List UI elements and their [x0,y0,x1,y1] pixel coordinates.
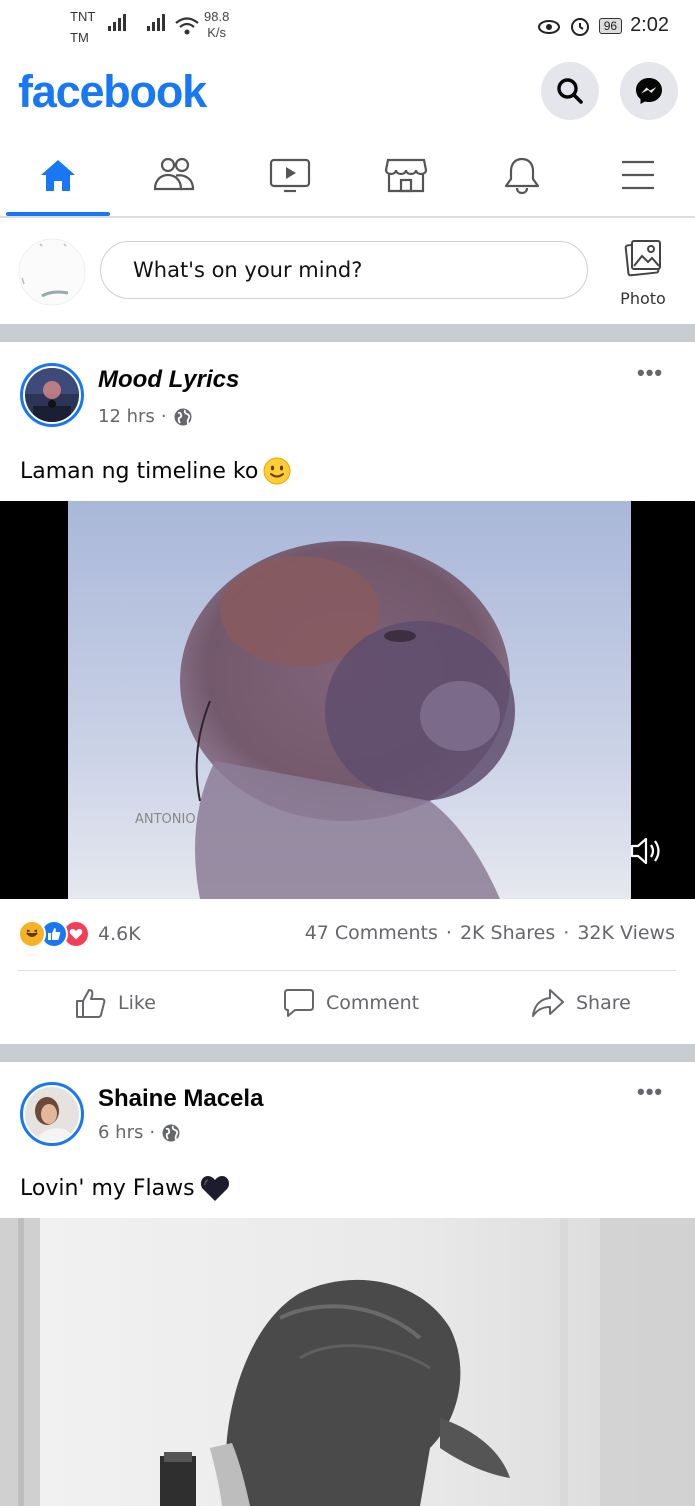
meta-separator: · [160,406,167,427]
signal-icon [108,14,126,31]
search-button[interactable] [541,62,599,120]
carrier-2: TM [70,30,89,45]
post-more-button[interactable]: ••• [637,362,663,384]
post-time: 12 hrs [98,406,155,427]
messenger-button[interactable] [620,62,678,120]
black-heart-icon [200,1176,229,1201]
post-video[interactable]: ANTONIO [0,501,695,899]
profile-avatar[interactable] [18,238,86,306]
comments-count[interactable]: 47 Comments [305,922,438,944]
tab-marketplace[interactable] [348,134,464,216]
photo-content [0,1218,695,1506]
like-label: Like [118,992,156,1014]
video-frame: ANTONIO [0,501,695,899]
reaction-summary[interactable]: 4.6K [18,920,141,948]
battery-icon: 96 [598,17,623,34]
photo-label: Photo [620,289,666,308]
carrier-1: TNT [70,9,96,24]
tab-friends[interactable] [116,134,232,216]
comment-button[interactable]: Comment [282,986,419,1020]
meta-separator: · [149,1122,156,1143]
post-text: Laman ng timeline ko [20,456,292,486]
status-right: 96 2:02 [537,14,669,37]
watch-icon [269,158,311,193]
globe-icon [174,408,192,425]
post-photo[interactable] [0,1218,695,1506]
menu-icon [622,160,654,190]
post-author-avatar[interactable] [20,1082,84,1146]
messenger-icon [636,78,662,104]
post-text-content: Laman ng timeline ko [20,458,259,484]
globe-icon [162,1124,180,1141]
like-button[interactable]: Like [74,986,156,1020]
post-author-avatar[interactable] [20,363,84,427]
tab-home[interactable] [0,134,116,216]
post-more-button[interactable]: ••• [637,1081,663,1103]
alarm-icon [570,17,589,36]
post-meta: 6 hrs · [98,1122,181,1143]
friends-icon [153,157,195,191]
post-text-content: Lovin' my Flaws [20,1175,195,1201]
section-divider [0,1044,695,1062]
share-icon [532,989,564,1017]
bell-icon [504,157,540,194]
views-count: 32K Views [577,922,675,944]
active-tab-indicator [6,212,110,216]
whats-on-your-mind-input[interactable]: What's on your mind? [100,241,588,299]
reaction-count: 4.6K [98,923,141,945]
comment-icon [284,989,314,1017]
status-bar: TNT TM 98.8 K/s 96 2:02 [0,0,695,56]
section-divider [0,324,695,342]
status-time: 2:02 [630,14,669,36]
marketplace-icon [384,158,428,193]
shares-count[interactable]: 2K Shares [460,922,555,944]
top-nav [0,134,695,218]
network-speed: 98.8 K/s [204,9,230,40]
post-stats: 47 Comments · 2K Shares · 32K Views [305,922,675,944]
search-icon [557,78,583,104]
video-watermark: ANTONIO [135,812,196,827]
haha-reaction-icon [18,920,46,948]
like-icon [76,989,106,1018]
facebook-logo[interactable]: facebook [18,66,207,118]
tab-notifications[interactable] [464,134,580,216]
post-meta: 12 hrs · [98,406,193,427]
tab-menu[interactable] [580,134,695,216]
photo-button[interactable]: Photo [612,238,674,318]
smiling-face-icon [263,457,291,485]
photo-icon [624,240,661,277]
sound-icon[interactable] [628,833,664,869]
eye-icon [537,19,560,34]
actions-divider [18,970,676,971]
post-text: Lovin' my Flaws [20,1173,231,1203]
post-author-name[interactable]: Mood Lyrics [98,366,239,394]
wifi-icon [175,17,199,35]
stats-separator: · [563,922,570,944]
stats-separator: · [445,922,452,944]
post-author-name[interactable]: Shaine Macela [98,1085,263,1113]
signal-icon [147,14,165,31]
home-icon [41,160,75,191]
post-time: 6 hrs [98,1122,144,1143]
comment-label: Comment [326,992,420,1014]
share-button[interactable]: Share [530,986,631,1020]
share-label: Share [576,992,631,1014]
tab-watch[interactable] [232,134,348,216]
